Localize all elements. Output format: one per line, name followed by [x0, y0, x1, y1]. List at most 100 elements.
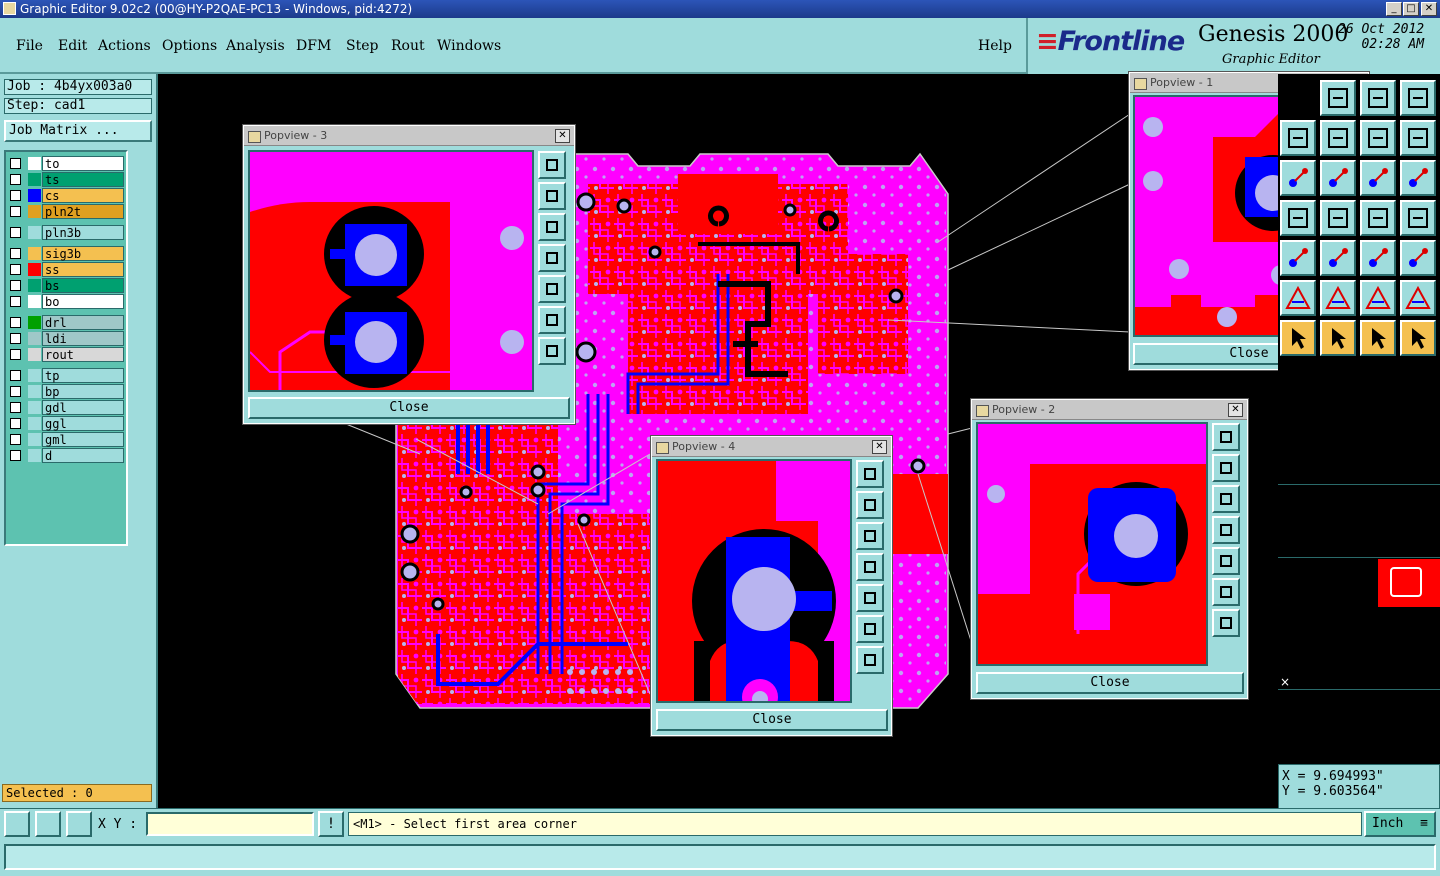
layer-name[interactable]: tp	[42, 368, 124, 383]
net-connect-tool-icon[interactable]	[1280, 160, 1316, 196]
layer-visibility-checkbox[interactable]	[10, 296, 21, 307]
menu-step[interactable]: Step	[346, 38, 378, 54]
query-tool-icon[interactable]	[1400, 120, 1436, 156]
zoom-box-tool-icon[interactable]	[1360, 80, 1396, 116]
layer-row-bo[interactable]: bo	[8, 294, 126, 309]
menu-rout[interactable]: Rout	[391, 38, 425, 54]
popview-2-view[interactable]	[976, 422, 1208, 666]
layer-color-swatch[interactable]	[28, 332, 41, 345]
popview-zoom-in-tool-icon[interactable]	[856, 491, 884, 519]
screen-fit-tool-icon[interactable]	[1400, 80, 1436, 116]
layer-visibility-checkbox[interactable]	[10, 418, 21, 429]
pan-tool-icon[interactable]	[1320, 80, 1356, 116]
layer-color-swatch[interactable]	[28, 205, 41, 218]
layer-row-drl[interactable]: drl	[8, 315, 126, 330]
triangle-line-tool-icon[interactable]	[1360, 280, 1396, 316]
layer-color-swatch[interactable]	[28, 247, 41, 260]
menu-edit[interactable]: Edit	[58, 38, 87, 54]
layer-visibility-checkbox[interactable]	[10, 386, 21, 397]
popview-pan-right-tool-icon[interactable]	[538, 275, 566, 303]
layer-color-swatch[interactable]	[28, 157, 41, 170]
popview-home-tool-icon[interactable]	[538, 337, 566, 365]
popview-zoom-in-tool-icon[interactable]	[538, 182, 566, 210]
popview-pan-left-tool-icon[interactable]	[856, 553, 884, 581]
layer-color-swatch[interactable]	[28, 263, 41, 276]
popview-zoom-out-tool-icon[interactable]	[1212, 485, 1240, 513]
measure-tool-icon[interactable]	[35, 811, 61, 837]
layer-visibility-checkbox[interactable]	[10, 402, 21, 413]
layer-color-swatch[interactable]	[28, 449, 41, 462]
maximize-button[interactable]: □	[1403, 2, 1419, 16]
popview-close-button[interactable]: Close	[656, 709, 888, 731]
menu-dfm[interactable]: DFM	[296, 38, 331, 54]
layer-row-pln2t[interactable]: pln2t	[8, 204, 126, 219]
popview-zoom-out-tool-icon[interactable]	[538, 213, 566, 241]
layer-visibility-checkbox[interactable]	[10, 333, 21, 344]
pad-tool-icon[interactable]	[1400, 160, 1436, 196]
close-window-button[interactable]: ✕	[1421, 2, 1437, 16]
triangle-tool-icon[interactable]	[1280, 280, 1316, 316]
menu-help[interactable]: Help	[978, 38, 1012, 54]
layer-name[interactable]: gdl	[42, 400, 124, 415]
layer-row-ldi[interactable]: ldi	[8, 331, 126, 346]
layer-row-pln3b[interactable]: pln3b	[8, 225, 126, 240]
menu-actions[interactable]: Actions	[98, 38, 151, 54]
snap-center-tool-icon[interactable]	[1320, 120, 1356, 156]
popview-copy-tool-icon[interactable]	[538, 151, 566, 179]
layer-name[interactable]: ggl	[42, 416, 124, 431]
distance-tool-icon[interactable]	[1360, 240, 1396, 276]
layer-name[interactable]: drl	[42, 315, 124, 330]
grid-tool-icon[interactable]	[66, 811, 92, 837]
triangle-dim-tool-icon[interactable]	[1400, 280, 1436, 316]
layer-visibility-checkbox[interactable]	[10, 227, 21, 238]
layer-row-tp[interactable]: tp	[8, 368, 126, 383]
layer-color-swatch[interactable]	[28, 385, 41, 398]
layer-color-swatch[interactable]	[28, 173, 41, 186]
close-icon[interactable]: ✕	[555, 129, 570, 143]
layer-row-to[interactable]: to	[8, 156, 126, 171]
pointer-box-tool-icon[interactable]	[1320, 320, 1356, 356]
layer-color-swatch[interactable]	[28, 348, 41, 361]
menu-analysis[interactable]: Analysis	[226, 38, 285, 54]
popview-zoom-in-tool-icon[interactable]	[1212, 454, 1240, 482]
line-tool-icon[interactable]	[1320, 240, 1356, 276]
layer-name[interactable]: rout	[42, 347, 124, 362]
overview-panel[interactable]: ×	[1278, 484, 1440, 765]
popview-close-button[interactable]: Close	[248, 397, 570, 419]
layer-color-swatch[interactable]	[28, 295, 41, 308]
flip-tool-icon[interactable]	[1400, 200, 1436, 236]
popview-copy-tool-icon[interactable]	[856, 460, 884, 488]
popview-fit-tool-icon[interactable]	[538, 306, 566, 334]
layer-color-swatch[interactable]	[28, 433, 41, 446]
layer-row-ts[interactable]: ts	[8, 172, 126, 187]
popview-pan-right-tool-icon[interactable]	[856, 584, 884, 612]
menu-windows[interactable]: Windows	[437, 38, 501, 54]
circle-select-tool-icon[interactable]	[1280, 120, 1316, 156]
layer-row-cs[interactable]: cs	[8, 188, 126, 203]
popview-fit-tool-icon[interactable]	[856, 615, 884, 643]
layer-name[interactable]: bp	[42, 384, 124, 399]
layer-visibility-checkbox[interactable]	[10, 174, 21, 185]
route-right-tool-icon[interactable]	[1320, 200, 1356, 236]
ruler-tool-icon[interactable]	[1360, 160, 1396, 196]
layer-row-bs[interactable]: bs	[8, 278, 126, 293]
pad-select-tool-icon[interactable]	[1280, 240, 1316, 276]
layer-name[interactable]: gml	[42, 432, 124, 447]
pointer-net-tool-icon[interactable]	[1400, 320, 1436, 356]
multi-pad-tool-icon[interactable]	[1400, 240, 1436, 276]
net-highlight-tool-icon[interactable]	[1320, 160, 1356, 196]
popview-home-tool-icon[interactable]	[856, 646, 884, 674]
layer-color-swatch[interactable]	[28, 401, 41, 414]
layer-row-gml[interactable]: gml	[8, 432, 126, 447]
layer-visibility-checkbox[interactable]	[10, 370, 21, 381]
layer-visibility-checkbox[interactable]	[10, 280, 21, 291]
layer-name[interactable]: ss	[42, 262, 124, 277]
layer-visibility-checkbox[interactable]	[10, 434, 21, 445]
layer-row-rout[interactable]: rout	[8, 347, 126, 362]
popview-close-button[interactable]: Close	[976, 672, 1244, 694]
route-left-tool-icon[interactable]	[1280, 200, 1316, 236]
layer-row-ss[interactable]: ss	[8, 262, 126, 277]
layer-name[interactable]: d	[42, 448, 124, 463]
layer-row-gdl[interactable]: gdl	[8, 400, 126, 415]
ratio-tool-icon[interactable]	[1360, 120, 1396, 156]
